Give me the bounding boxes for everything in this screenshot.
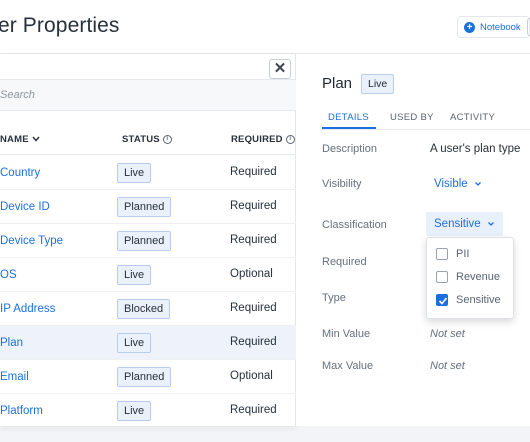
classification-option-sensitive[interactable]: Sensitive	[436, 294, 501, 306]
plus-circle-icon: +	[464, 21, 475, 33]
column-header-status[interactable]: STATUS i	[122, 134, 172, 145]
property-name[interactable]: Platform	[0, 405, 43, 417]
tab-used-by[interactable]: USED BY	[390, 112, 434, 123]
checkbox[interactable]	[436, 271, 448, 283]
status-badge: Live	[117, 265, 152, 285]
description-label: Description	[322, 143, 378, 155]
description-value[interactable]: A user's plan type	[430, 143, 520, 155]
table-row-selected[interactable]: Plan Live Required	[0, 326, 296, 360]
property-name[interactable]: Device Type	[0, 235, 63, 247]
option-label: Revenue	[456, 271, 501, 283]
property-name[interactable]: OS	[0, 269, 17, 281]
notebook-button[interactable]: + Notebook	[457, 16, 530, 38]
status-badge: Live	[117, 333, 152, 353]
chevron-down-icon	[471, 178, 482, 190]
chevron-down-icon	[484, 218, 495, 230]
divider	[322, 129, 530, 130]
page-header: er Properties + Notebook	[0, 0, 530, 54]
status-badge: Blocked	[117, 299, 171, 319]
tab-details[interactable]: DETAILS	[328, 112, 369, 123]
table-row[interactable]: Platform Live Required	[0, 394, 296, 428]
column-header-required-label: REQUIRED	[231, 134, 283, 145]
option-label: Sensitive	[456, 294, 501, 306]
required-value: Required	[230, 166, 277, 178]
min-value-label: Min Value	[322, 328, 371, 340]
required-value: Required	[230, 404, 277, 416]
required-value: Optional	[230, 268, 273, 280]
visibility-dropdown[interactable]: Visible	[434, 178, 482, 190]
property-name[interactable]: Plan	[0, 337, 23, 349]
checkmark-icon	[438, 297, 448, 305]
search-input[interactable]	[0, 80, 290, 110]
option-label: PII	[456, 248, 470, 260]
checkbox-checked[interactable]	[436, 294, 448, 306]
column-header-required[interactable]: REQUIRED i	[231, 134, 295, 145]
type-label: Type	[322, 292, 346, 304]
classification-dropdown[interactable]: Sensitive	[426, 212, 503, 236]
property-name[interactable]: Device ID	[0, 201, 50, 213]
property-name[interactable]: Email	[0, 371, 29, 383]
visibility-label: Visibility	[322, 178, 362, 190]
table-header: NAME STATUS i REQUIRED i	[0, 125, 296, 155]
property-name[interactable]: IP Address	[0, 303, 55, 315]
classification-label: Classification	[322, 219, 387, 231]
notebook-button-label: Notebook	[480, 21, 521, 33]
classification-value: Sensitive	[434, 218, 481, 230]
required-value: Required	[230, 302, 277, 314]
properties-list-panel: ✕ NAME STATUS i REQUIRED i Country Live …	[0, 54, 296, 428]
status-badge: Planned	[117, 367, 172, 387]
info-icon[interactable]: i	[285, 135, 295, 144]
table-row[interactable]: Device ID Planned Required	[0, 190, 296, 224]
table-row[interactable]: Country Live Required	[0, 156, 296, 190]
required-value: Required	[230, 234, 277, 246]
column-header-name-label: NAME	[0, 134, 29, 145]
property-name[interactable]: Country	[0, 167, 40, 179]
required-value: Required	[230, 200, 277, 212]
max-value-label: Max Value	[322, 360, 374, 372]
page-title: er Properties	[0, 14, 120, 37]
required-label: Required	[322, 256, 367, 268]
required-value: Required	[230, 336, 277, 348]
classification-option-revenue[interactable]: Revenue	[436, 271, 500, 283]
max-value[interactable]: Not set	[430, 360, 465, 372]
table-row[interactable]: OS Live Optional	[0, 258, 296, 292]
chevron-down-icon	[32, 135, 40, 144]
column-header-status-label: STATUS	[122, 134, 160, 145]
detail-title: Plan	[322, 75, 353, 92]
checkbox[interactable]	[436, 248, 448, 260]
table-row[interactable]: Device Type Planned Required	[0, 224, 296, 258]
classification-option-pii[interactable]: PII	[436, 248, 469, 260]
tab-activity[interactable]: ACTIVITY	[450, 112, 495, 123]
status-badge: Live	[117, 401, 152, 421]
status-badge: Live	[361, 74, 395, 94]
min-value[interactable]: Not set	[430, 328, 465, 340]
search-box	[0, 79, 296, 111]
classification-menu: PII Revenue Sensitive	[426, 237, 514, 319]
table-row[interactable]: Email Planned Optional	[0, 360, 296, 394]
close-icon[interactable]: ✕	[269, 59, 291, 79]
info-icon[interactable]: i	[162, 135, 172, 144]
status-badge: Live	[117, 163, 152, 183]
status-badge: Planned	[117, 231, 172, 251]
column-header-name[interactable]: NAME	[0, 134, 40, 145]
status-badge: Planned	[117, 197, 172, 217]
required-value: Optional	[230, 370, 273, 382]
visibility-value: Visible	[434, 178, 468, 190]
table-row[interactable]: IP Address Blocked Required	[0, 292, 296, 326]
